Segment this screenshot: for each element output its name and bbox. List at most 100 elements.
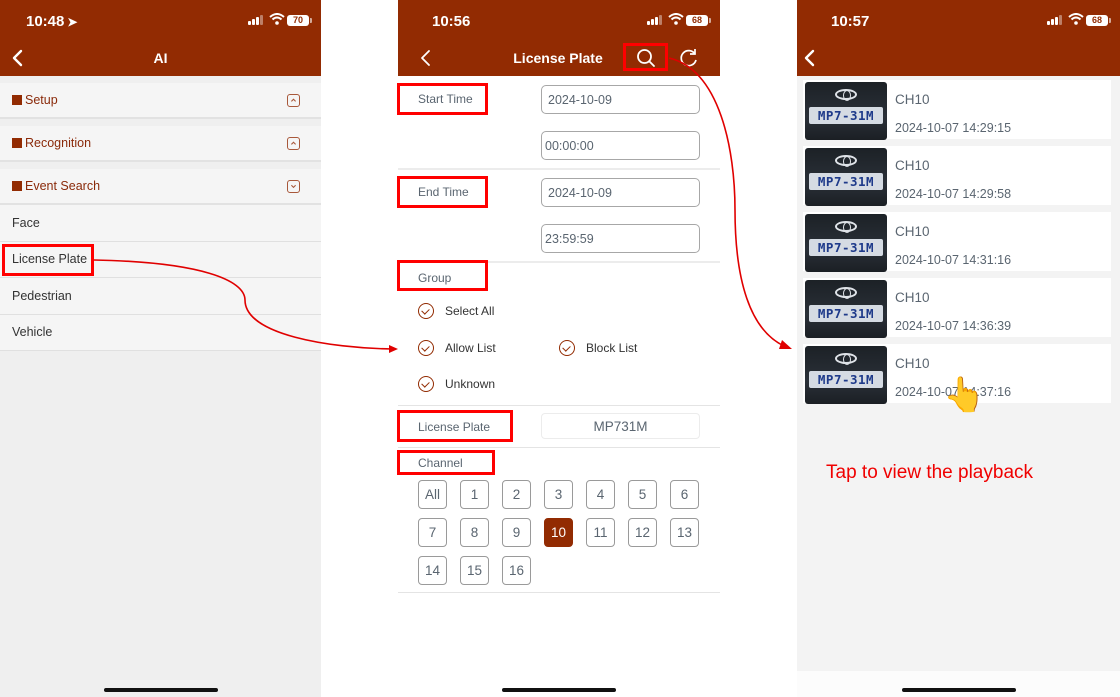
menu-item-pedestrian[interactable]: Pedestrian [0,278,321,315]
tap-hint-text: Tap to view the playback [826,462,1034,483]
result-channel: CH10 [895,356,930,371]
status-bar: 10:56 68 [398,0,720,40]
license-plate-input[interactable]: MP731M [541,413,700,439]
channel-option-14[interactable]: 14 [418,556,447,585]
chevron-left-icon[interactable] [800,48,820,68]
end-time-label: End Time [418,185,469,199]
result-item[interactable]: MP7-31M CH10 2024-10-07 14:29:58 [803,146,1111,206]
page-title: License Plate [513,50,603,66]
checkbox-label: Select All [445,304,495,318]
location-arrow-icon: ➤ [67,15,78,29]
menu-item-vehicle[interactable]: Vehicle [0,314,321,351]
channel-option-2[interactable]: 2 [502,480,531,509]
plate-text: MP7-31M [809,371,883,388]
result-item[interactable]: MP7-31M CH10 2024-10-07 14:36:39 [803,278,1111,338]
end-date-input[interactable]: 2024-10-09 [541,178,700,207]
result-timestamp: 2024-10-07 14:29:15 [895,121,1012,135]
nav-bar [797,40,1120,76]
channel-option-13[interactable]: 13 [670,518,699,547]
channel-option-16[interactable]: 16 [502,556,531,585]
start-time-input[interactable]: 00:00:00 [541,131,700,160]
menu-item-face[interactable]: Face [0,205,321,242]
status-bar: 10:57 68 [797,0,1120,40]
bullet-square [12,181,22,191]
plate-text: MP7-31M [809,305,883,322]
divider [398,261,720,263]
start-date-input[interactable]: 2024-10-09 [541,85,700,114]
battery-icon: 68 [1086,15,1111,26]
channel-option-7[interactable]: 7 [418,518,447,547]
plate-thumbnail: MP7-31M [805,148,887,206]
arrow-head [389,345,398,353]
check-circle-icon [418,376,434,392]
wifi-icon [668,13,684,25]
chevron-down-icon[interactable] [287,180,300,193]
section-label: Recognition [25,136,92,150]
home-indicator [901,688,1016,692]
end-time-input[interactable]: 23:59:59 [541,224,700,253]
section-setup[interactable]: Setup [0,83,321,119]
result-item[interactable]: MP7-31M CH10 2024-10-07 14:31:16 [803,212,1111,272]
channel-option-15[interactable]: 15 [460,556,489,585]
channel-option-3[interactable]: 3 [544,480,573,509]
result-timestamp: 2024-10-07 14:31:16 [895,253,1012,267]
car-logo-icon [835,89,857,101]
check-circle-icon [418,303,434,319]
status-time: 10:56 [432,13,471,30]
check-circle-icon [559,340,575,356]
channel-option-10[interactable]: 10 [544,518,573,547]
checkbox-allow-list[interactable]: Allow List [418,340,496,356]
channel-option-11[interactable]: 11 [586,518,615,547]
car-logo-icon [835,353,857,365]
chevron-up-icon[interactable] [287,137,300,150]
result-channel: CH10 [895,158,930,173]
checkbox-unknown[interactable]: Unknown [418,376,495,392]
page-title: AI [153,50,168,66]
cellular-signal-icon [647,15,662,25]
channel-option-6[interactable]: 6 [670,480,699,509]
channel-option-5[interactable]: 5 [628,480,657,509]
result-item[interactable]: MP7-31M CH10 2024-10-07 14:29:15 [803,80,1111,140]
refresh-icon[interactable] [677,46,701,70]
divider [398,592,720,593]
channel-option-all[interactable]: All [418,480,447,509]
section-event-search[interactable]: Event Search [0,169,321,205]
wifi-icon [1068,13,1084,25]
cellular-signal-icon [1047,15,1062,25]
group-label: Group [418,271,452,285]
chevron-up-icon[interactable] [287,94,300,107]
section-label: Setup [25,93,58,107]
channel-option-8[interactable]: 8 [460,518,489,547]
channel-option-1[interactable]: 1 [460,480,489,509]
checkbox-select-all[interactable]: Select All [418,303,494,319]
search-icon[interactable] [634,46,658,70]
checkbox-label: Block List [586,341,638,355]
checkbox-label: Unknown [445,377,496,391]
plate-text: MP7-31M [809,173,883,190]
check-circle-icon [418,340,434,356]
screen-license-plate-search: 10:56 68 License Plate Start Time 2024-1… [398,0,720,697]
status-time: 10:57 [831,13,870,30]
section-recognition[interactable]: Recognition [0,126,321,162]
screen-search-results: 10:57 68 MP7-31M CH10 2024-10-07 14:29:15 M… [797,0,1120,697]
car-logo-icon [835,287,857,299]
car-logo-icon [835,221,857,233]
bottom-safe-area [797,671,1120,697]
channel-option-12[interactable]: 12 [628,518,657,547]
start-time-label: Start Time [418,92,473,106]
result-channel: CH10 [895,92,930,107]
plate-thumbnail: MP7-31M [805,214,887,272]
checkbox-block-list[interactable]: Block List [559,340,637,356]
battery-icon: 70 [287,15,312,26]
channel-option-4[interactable]: 4 [586,480,615,509]
channel-option-9[interactable]: 9 [502,518,531,547]
home-indicator [502,688,616,692]
screen-ai-menu: 10:48 ➤ 70 AI Setup Recognition Event Sea… [0,0,321,697]
plate-text: MP7-31M [809,107,883,124]
section-label: Event Search [25,179,101,193]
pointing-hand-icon: 👆 [943,376,986,414]
license-plate-label: License Plate [418,420,491,434]
bullet-square [12,138,22,148]
status-bar: 10:48 ➤ 70 [0,0,321,40]
menu-item-license-plate[interactable]: License Plate [0,241,321,278]
